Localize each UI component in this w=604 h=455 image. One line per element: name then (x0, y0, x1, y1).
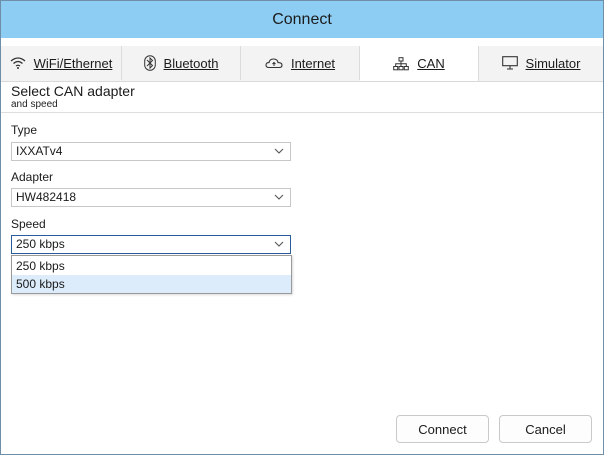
adapter-label: Adapter (11, 170, 54, 184)
chevron-down-icon (274, 148, 284, 154)
monitor-icon (501, 56, 518, 70)
connect-button[interactable]: Connect (396, 415, 489, 443)
tab-label: Bluetooth (163, 55, 219, 71)
bluetooth-icon (143, 55, 156, 71)
wifi-icon (10, 57, 26, 69)
tab-bar: WiFi/Ethernet Bluetooth Internet CAN Sim… (1, 46, 603, 82)
window-title: Connect (272, 10, 332, 28)
speed-dropdown-list: 250 kbps 500 kbps (11, 255, 292, 294)
type-value: IXXATv4 (16, 144, 63, 158)
chevron-down-icon (274, 194, 284, 200)
connect-dialog: Connect WiFi/Ethernet Bluetooth Internet… (0, 0, 604, 455)
network-icon (393, 56, 410, 70)
tab-internet[interactable]: Internet (241, 46, 360, 80)
adapter-value: HW482418 (16, 190, 77, 204)
speed-select[interactable]: 250 kbps (11, 235, 291, 254)
panel-title: Select CAN adapter (11, 83, 135, 99)
type-select[interactable]: IXXATv4 (11, 142, 291, 161)
speed-option-500[interactable]: 500 kbps (12, 275, 291, 293)
adapter-select[interactable]: HW482418 (11, 188, 291, 207)
tab-simulator[interactable]: Simulator (479, 46, 603, 80)
tab-label: CAN (417, 56, 445, 71)
speed-option-250[interactable]: 250 kbps (12, 257, 291, 275)
title-bar: Connect (1, 1, 603, 38)
tab-label: Internet (290, 55, 336, 71)
type-label: Type (11, 123, 38, 137)
panel-subtitle: and speed (11, 99, 58, 110)
cloud-icon (265, 58, 283, 69)
tab-label: WiFi/Ethernet (33, 55, 113, 71)
speed-value: 250 kbps (16, 237, 65, 251)
panel-header: Select CAN adapter and speed (1, 81, 603, 113)
chevron-down-icon (274, 241, 284, 247)
tab-can[interactable]: CAN (360, 46, 479, 81)
tab-bluetooth[interactable]: Bluetooth (122, 46, 241, 80)
tab-wifi-ethernet[interactable]: WiFi/Ethernet (1, 46, 122, 80)
cancel-button[interactable]: Cancel (499, 415, 592, 443)
tab-label: Simulator (525, 55, 581, 71)
speed-label: Speed (11, 217, 46, 231)
